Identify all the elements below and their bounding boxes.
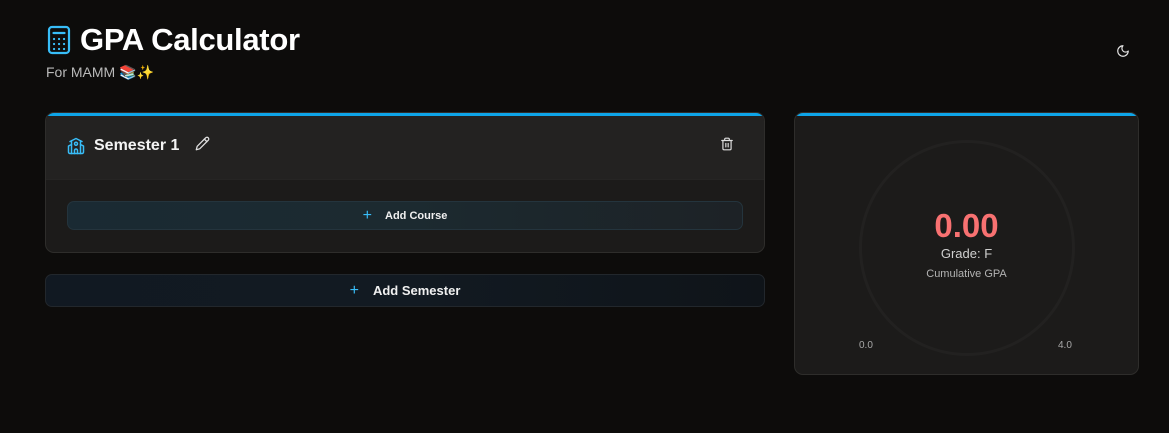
semester-card: Semester 1 + Add Course xyxy=(45,112,765,253)
gauge-min-label: 0.0 xyxy=(859,340,873,351)
gpa-caption: Cumulative GPA xyxy=(926,268,1007,280)
pencil-icon xyxy=(195,136,210,156)
gpa-summary-card: 0.00 Grade: F Cumulative GPA 0.0 4.0 xyxy=(794,112,1139,375)
add-semester-button[interactable]: + Add Semester xyxy=(45,274,765,307)
semester-name: Semester 1 xyxy=(94,137,180,154)
delete-semester-button[interactable] xyxy=(718,137,736,155)
theme-toggle-button[interactable] xyxy=(1110,40,1136,66)
add-course-button[interactable]: + Add Course xyxy=(67,201,743,230)
edit-semester-button[interactable] xyxy=(193,136,211,156)
add-semester-label: Add Semester xyxy=(372,283,461,298)
gpa-value: 0.00 xyxy=(934,207,999,244)
add-course-label: Add Course xyxy=(385,209,448,222)
plus-icon: + xyxy=(349,281,359,299)
page-subtitle: For MAMM 📚✨ xyxy=(46,64,154,80)
app-header: GPA Calculator For MAMM 📚✨ xyxy=(46,22,300,81)
moon-icon xyxy=(1116,44,1130,63)
page-title: GPA Calculator xyxy=(80,22,300,57)
plus-icon: + xyxy=(362,206,372,224)
gpa-grade: Grade: F xyxy=(940,246,993,261)
trash-icon xyxy=(720,137,734,156)
gauge-max-label: 4.0 xyxy=(1058,340,1072,351)
calculator-icon xyxy=(46,25,72,55)
title-row: GPA Calculator xyxy=(46,22,300,58)
semester-header: Semester 1 xyxy=(46,113,764,180)
school-building-icon xyxy=(67,137,85,155)
